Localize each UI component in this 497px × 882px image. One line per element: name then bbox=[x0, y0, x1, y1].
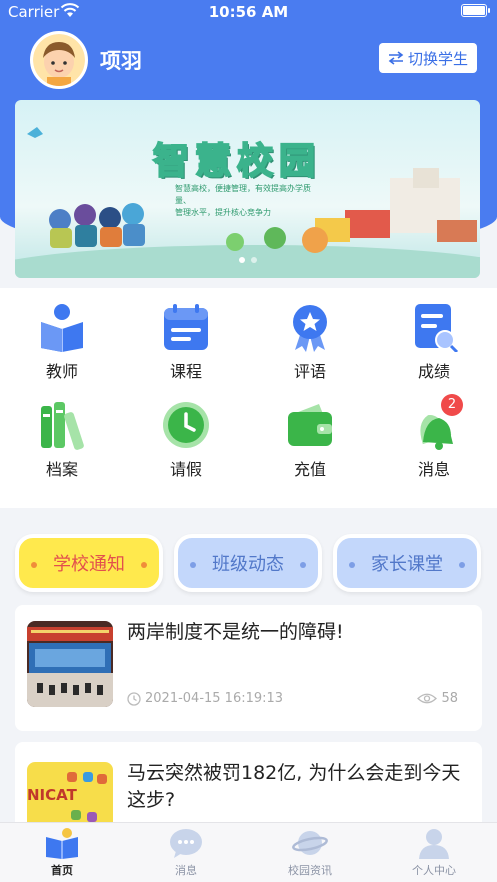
comment-medal-icon bbox=[285, 302, 335, 352]
news-title: 马云突然被罚182亿, 为什么会走到今天这步? bbox=[127, 762, 461, 811]
status-time: 10:56 AM bbox=[208, 3, 289, 21]
news-title: 两岸制度不是统一的障碍! bbox=[127, 621, 344, 643]
grid-item-label: 课程 bbox=[169, 362, 202, 381]
tabbar-home[interactable]: 首页 bbox=[0, 827, 124, 878]
archive-books-icon bbox=[37, 400, 87, 450]
chat-bubble-icon bbox=[168, 827, 204, 859]
tabbar-messages[interactable]: 消息 bbox=[124, 827, 248, 878]
grid-item-course[interactable]: 课程 bbox=[136, 288, 236, 384]
tabbar-campus-news[interactable]: 校园资讯 bbox=[248, 827, 372, 878]
news-category-tabs: 学校通知 班级动态 家长课堂 bbox=[15, 534, 482, 594]
grid-item-label: 档案 bbox=[45, 460, 78, 479]
child-avatar-icon bbox=[33, 34, 85, 86]
user-profile-icon bbox=[416, 827, 452, 859]
news-time-text: 2021-04-15 16:19:13 bbox=[145, 691, 284, 706]
grid-item-comment[interactable]: 评语 bbox=[260, 288, 360, 384]
grid-item-recharge[interactable]: 充值 bbox=[260, 386, 360, 482]
grid-item-label: 充值 bbox=[293, 460, 326, 479]
teacher-icon bbox=[37, 302, 87, 352]
grid-item-label: 成绩 bbox=[417, 362, 450, 381]
grid-item-label: 评语 bbox=[293, 362, 326, 381]
banner-title: 智慧校园 bbox=[152, 140, 322, 183]
carousel-dot[interactable] bbox=[250, 257, 257, 263]
tabbar-profile[interactable]: 个人中心 bbox=[372, 827, 496, 878]
course-calendar-icon bbox=[161, 302, 211, 352]
feature-grid: 教师 课程 评语 成绩 档案 请假 充值 2 消息 bbox=[0, 288, 497, 508]
banner-subtitle-line: 智慧高校，便捷管理，有效提高办学质量、 bbox=[175, 184, 311, 205]
bottom-tab-bar: 首页 消息 校园资讯 个人中心 bbox=[0, 822, 497, 882]
banner-carousel[interactable]: 智慧校园 智慧高校，便捷管理，有效提高办学质量、 管理水平，提升核心竞争力 bbox=[15, 100, 480, 278]
tab-label: 学校通知 bbox=[53, 554, 125, 575]
unread-badge: 2 bbox=[441, 394, 463, 416]
tab-parent-class[interactable]: 家长课堂 bbox=[333, 534, 481, 592]
grade-report-icon bbox=[409, 302, 459, 354]
news-thumbnail bbox=[27, 621, 113, 707]
tabbar-label: 校园资讯 bbox=[288, 864, 332, 877]
clock-icon bbox=[127, 691, 141, 706]
grid-item-archive[interactable]: 档案 bbox=[12, 386, 112, 482]
bell-icon: 2 bbox=[409, 394, 463, 450]
carousel-indicator bbox=[15, 257, 480, 263]
tabbar-label: 首页 bbox=[51, 864, 73, 877]
tab-label: 家长课堂 bbox=[371, 554, 443, 575]
grid-item-message[interactable]: 2 消息 bbox=[384, 386, 484, 482]
leave-clock-icon bbox=[161, 400, 211, 450]
eye-icon bbox=[417, 693, 438, 704]
tabbar-label: 消息 bbox=[175, 864, 197, 877]
banner-subtitle: 智慧高校，便捷管理，有效提高办学质量、 管理水平，提升核心竞争力 bbox=[175, 183, 325, 219]
grid-item-teacher[interactable]: 教师 bbox=[12, 288, 112, 384]
grid-item-leave[interactable]: 请假 bbox=[136, 386, 236, 482]
carousel-dot[interactable] bbox=[238, 257, 245, 263]
profile-header[interactable]: 项羽 bbox=[30, 30, 142, 90]
grid-item-label: 教师 bbox=[45, 362, 78, 381]
swap-arrows-icon bbox=[388, 51, 404, 65]
tab-class-news[interactable]: 班级动态 bbox=[174, 534, 322, 592]
student-name: 项羽 bbox=[100, 49, 142, 73]
switch-student-label: 切换学生 bbox=[407, 49, 468, 68]
status-bar: Carrier 10:56 AM bbox=[0, 0, 497, 24]
news-timestamp: 2021-04-15 16:19:13 bbox=[127, 691, 283, 706]
news-card[interactable]: 两岸制度不是统一的障碍! 2021-04-15 16:19:13 58 bbox=[15, 605, 482, 731]
battery-icon bbox=[461, 4, 490, 17]
banner-subtitle-line: 管理水平，提升核心竞争力 bbox=[175, 208, 271, 217]
thumbnail-text: NICAT bbox=[27, 786, 78, 804]
grid-item-label: 请假 bbox=[169, 460, 202, 479]
grid-item-grade[interactable]: 成绩 bbox=[384, 288, 484, 384]
news-view-count: 58 bbox=[441, 691, 458, 706]
avatar[interactable] bbox=[30, 31, 88, 89]
app-screen: Carrier 10:56 AM 项羽 切换学生 智慧校园 智慧高校，便捷管理，… bbox=[0, 0, 497, 882]
tab-label: 班级动态 bbox=[212, 554, 284, 575]
tab-school-notice[interactable]: 学校通知 bbox=[15, 534, 163, 592]
tabbar-label: 个人中心 bbox=[412, 864, 456, 877]
home-book-icon bbox=[44, 827, 80, 859]
switch-student-button[interactable]: 切换学生 bbox=[378, 43, 477, 73]
planet-icon bbox=[292, 827, 328, 859]
news-views: 58 bbox=[417, 691, 458, 706]
grid-item-label: 消息 bbox=[417, 460, 450, 479]
wallet-icon bbox=[285, 400, 335, 450]
